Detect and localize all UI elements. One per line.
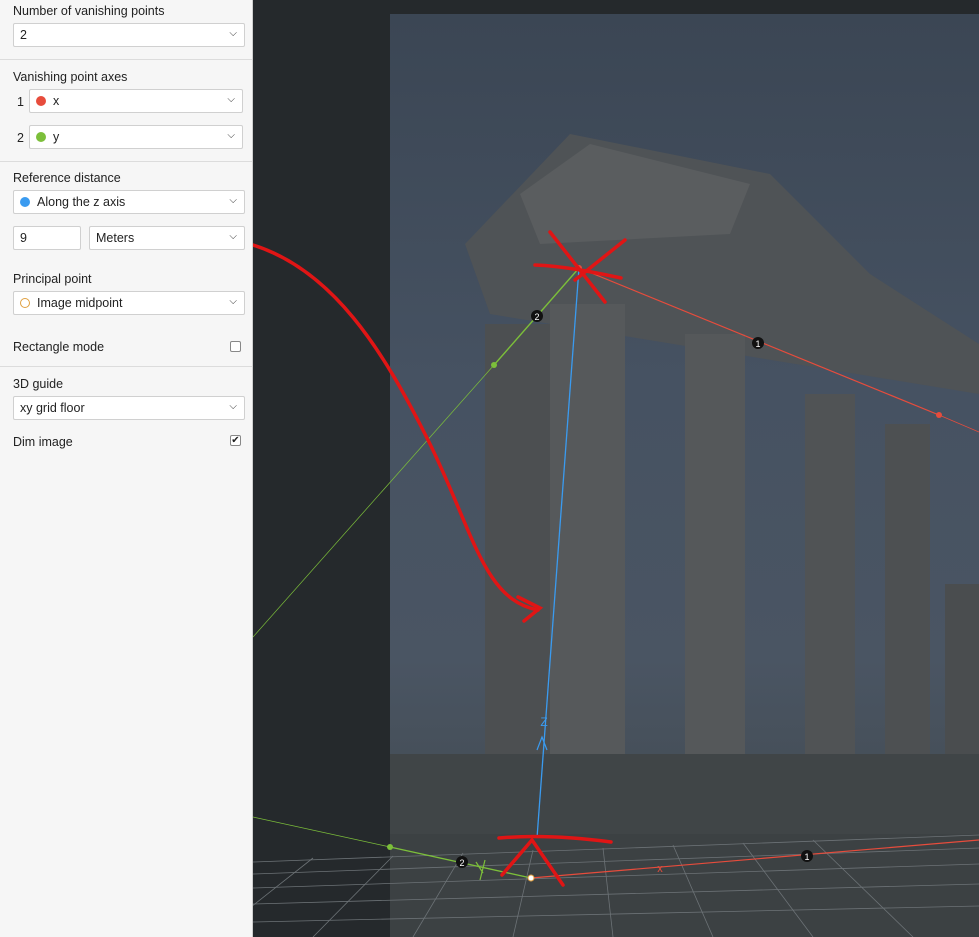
- y-axis-color-dot: [36, 132, 46, 142]
- principal-point-ring-icon: [20, 298, 30, 308]
- vp-axis-2-value: y: [53, 130, 60, 144]
- 3d-guide-value: xy grid floor: [20, 401, 85, 415]
- marker-1-bottom-label: 1: [804, 852, 809, 862]
- reference-unit-value: Meters: [96, 231, 135, 245]
- y-axis-glyph-icon: [475, 859, 486, 881]
- vp-axis-1-select[interactable]: x ⌵: [29, 89, 243, 113]
- chevron-down-icon: ⌵: [227, 94, 235, 105]
- x-control-handle[interactable]: [936, 412, 942, 418]
- z-axis-color-dot: [20, 197, 30, 207]
- red-annotation-markup: [253, 230, 627, 887]
- vp-axis-index-2: 2: [17, 131, 24, 145]
- vp-axis-2-select[interactable]: y ⌵: [29, 125, 243, 149]
- chevron-down-icon: ⌵: [229, 195, 237, 206]
- vp-axis-index-1: 1: [17, 95, 24, 109]
- y-control-handle-lower[interactable]: [387, 844, 393, 850]
- principal-point-value: Image midpoint: [37, 296, 123, 310]
- divider: [0, 366, 252, 367]
- principal-point-select[interactable]: Image midpoint ⌵: [13, 291, 245, 315]
- dim-image-label: Dim image: [13, 435, 73, 449]
- 3d-guide-select[interactable]: xy grid floor ⌵: [13, 396, 245, 420]
- overlay-canvas: 2 1 1 2 Z x: [253, 230, 979, 937]
- num-vanishing-points-label: Number of vanishing points: [13, 4, 165, 18]
- curved-arrow-annotation: [253, 243, 540, 612]
- x-control-line-lower[interactable]: [530, 839, 979, 879]
- xy-grid-floor: [253, 834, 979, 937]
- chevron-down-icon: ⌵: [229, 401, 237, 412]
- vanishing-point-axes-label: Vanishing point axes: [13, 70, 128, 84]
- reference-length-input[interactable]: 9: [13, 226, 81, 250]
- x-axis-color-dot: [36, 96, 46, 106]
- z-axis-label: Z: [540, 715, 547, 729]
- base-mark-a: [497, 834, 613, 844]
- y-vanishing-line: [253, 364, 495, 638]
- principal-point-handle[interactable]: [527, 874, 535, 882]
- reference-unit-select[interactable]: Meters ⌵: [89, 226, 245, 250]
- rectangle-mode-label: Rectangle mode: [13, 340, 105, 354]
- num-vanishing-points-select[interactable]: 2 ⌵: [13, 23, 245, 47]
- dim-image-checkbox[interactable]: ✔: [230, 435, 241, 446]
- 3d-guide-label: 3D guide: [13, 377, 64, 391]
- reference-axis-select[interactable]: Along the z axis ⌵: [13, 190, 245, 214]
- chevron-down-icon: ⌵: [229, 296, 237, 307]
- rectangle-mode-checkbox[interactable]: [230, 341, 241, 352]
- num-vanishing-points-value: 2: [20, 28, 27, 42]
- chevron-down-icon: ⌵: [229, 28, 237, 39]
- reference-distance-label: Reference distance: [13, 171, 121, 185]
- chevron-down-icon: ⌵: [229, 231, 237, 242]
- z-axis-line[interactable]: [536, 267, 580, 839]
- vp-axis-1-value: x: [53, 94, 60, 108]
- marker-1-top-label: 1: [755, 339, 760, 349]
- principal-point-label: Principal point: [13, 272, 92, 286]
- marker-2-bottom-label: 2: [459, 858, 464, 868]
- control-panel: Number of vanishing points 2 ⌵ Vanishing…: [0, 0, 253, 937]
- reference-axis-value: Along the z axis: [37, 195, 126, 209]
- y-vanishing-line-lower: [253, 816, 391, 848]
- divider: [0, 161, 252, 162]
- image-viewport[interactable]: 2 1 1 2 Z x: [253, 0, 979, 937]
- x-vanishing-line: [938, 414, 979, 433]
- z-axis-arrow-icon: [536, 735, 548, 751]
- marker-2-top-label: 2: [534, 312, 539, 322]
- y-control-handle[interactable]: [491, 362, 497, 368]
- reference-length-value: 9: [20, 231, 27, 245]
- divider: [0, 59, 252, 60]
- chevron-down-icon: ⌵: [227, 130, 235, 141]
- x-axis-label: x: [657, 863, 663, 875]
